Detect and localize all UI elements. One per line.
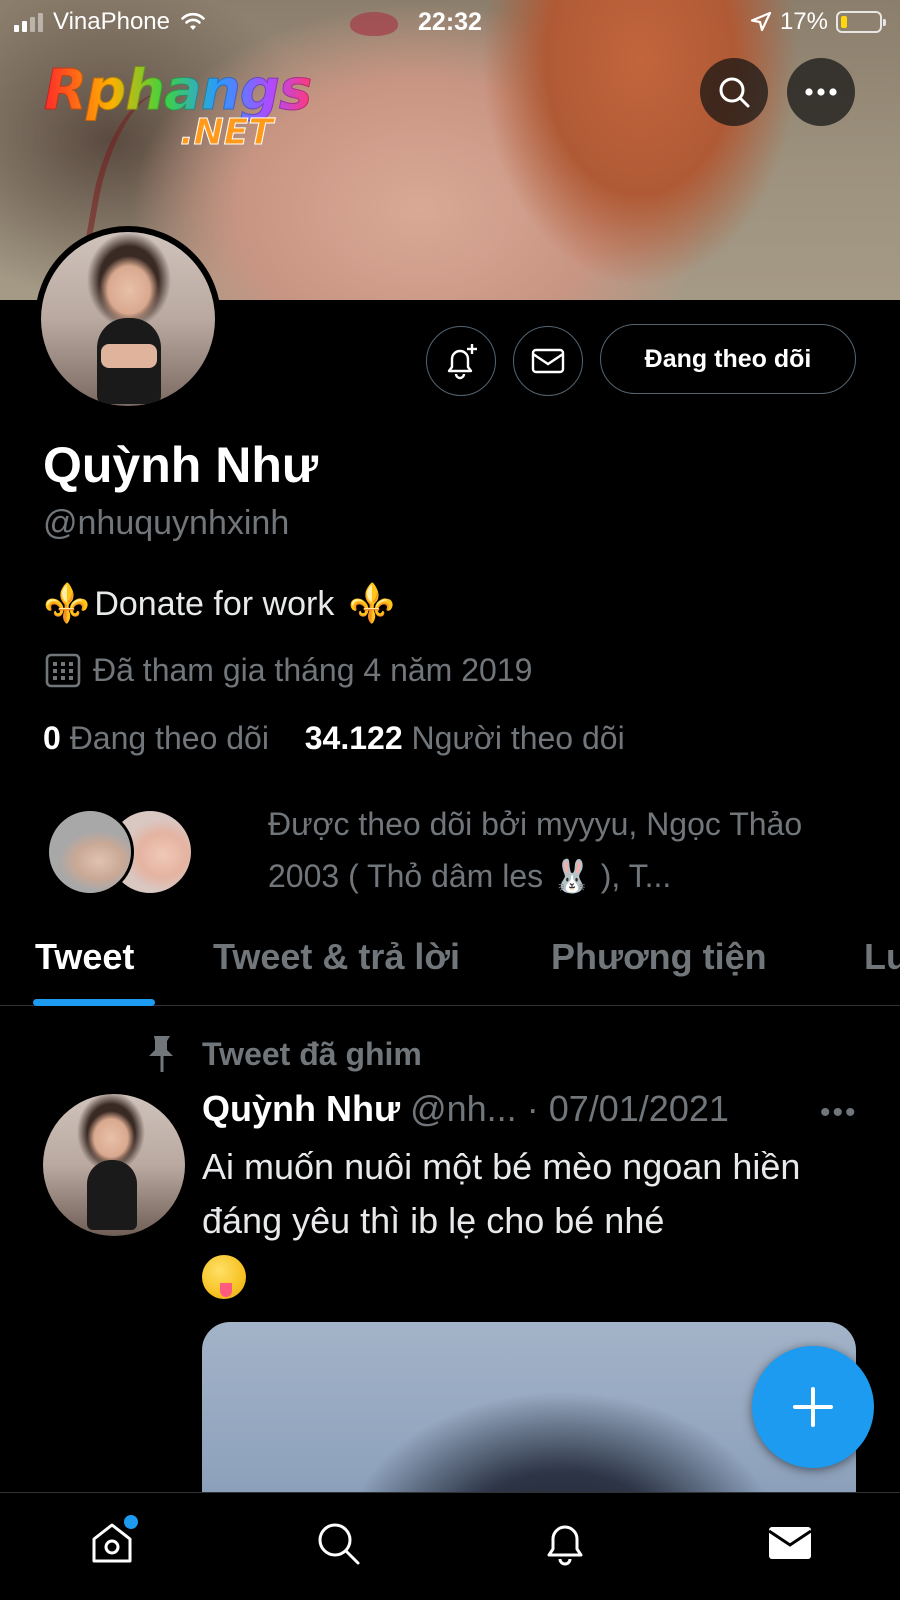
follower-avatar[interactable] bbox=[46, 808, 134, 896]
bell-plus-icon bbox=[447, 344, 477, 380]
profile-bio: ⚜️ Donate for work ⚜️ bbox=[43, 582, 396, 626]
watermark-logo: Rphangs .NET bbox=[43, 58, 314, 158]
profile-avatar[interactable] bbox=[35, 226, 221, 412]
pinned-label: Tweet đã ghim bbox=[202, 1036, 422, 1072]
nav-search[interactable] bbox=[308, 1513, 368, 1573]
join-date: Đã tham gia tháng 4 năm 2019 bbox=[43, 650, 532, 690]
tweet-separator: · bbox=[526, 1088, 539, 1129]
tab-likes[interactable]: Lư bbox=[864, 936, 900, 978]
nav-notifications[interactable] bbox=[535, 1513, 595, 1573]
more-options-icon bbox=[805, 88, 837, 96]
bell-icon bbox=[547, 1525, 583, 1566]
watermark-sub: .NET bbox=[180, 112, 274, 154]
search-icon bbox=[719, 77, 750, 108]
tab-tweets-replies[interactable]: Tweet & trả lời bbox=[213, 936, 460, 978]
followers-count: 34.122 bbox=[304, 720, 403, 756]
winking-tongue-emoji-icon bbox=[202, 1255, 246, 1300]
battery-percent: 17% bbox=[779, 8, 828, 35]
profile-tabs: Tweet Tweet & trả lời Phương tiện Lư bbox=[0, 928, 900, 1006]
following-count: 0 bbox=[43, 720, 61, 756]
battery-icon bbox=[836, 11, 886, 33]
tab-media[interactable]: Phương tiện bbox=[551, 936, 767, 978]
followers-link[interactable]: 34.122 Người theo dõi bbox=[305, 720, 625, 756]
bio-text: Donate for work bbox=[94, 584, 335, 623]
home-notification-dot bbox=[124, 1515, 138, 1529]
compose-tweet-button[interactable] bbox=[752, 1346, 874, 1468]
bottom-navigation bbox=[0, 1492, 900, 1600]
following-link[interactable]: 0 Đang theo dõi bbox=[43, 720, 269, 756]
profile-handle: @nhuquynhxinh bbox=[43, 504, 290, 542]
followed-by-text[interactable]: Được theo dõi bởi myyyu, Ngọc Thảo 2003 … bbox=[268, 798, 838, 902]
following-button[interactable]: Đang theo dõi bbox=[600, 324, 856, 394]
search-icon bbox=[318, 1523, 360, 1565]
avatar-figure bbox=[87, 1160, 137, 1230]
message-button[interactable] bbox=[513, 326, 583, 396]
mail-icon bbox=[531, 348, 565, 374]
tweet-date[interactable]: 07/01/2021 bbox=[549, 1088, 729, 1129]
tweet-more-icon[interactable]: ••• bbox=[820, 1096, 858, 1130]
follow-counts: 0 Đang theo dõi 34.122 Người theo dõi bbox=[43, 720, 625, 757]
pin-icon bbox=[149, 1036, 173, 1072]
tweet-author-name[interactable]: Quỳnh Như bbox=[202, 1088, 400, 1129]
tweet-text: Ai muốn nuôi một bé mèo ngoan hiền đáng … bbox=[202, 1140, 852, 1302]
fleur-de-lis-icon: ⚜️ bbox=[348, 583, 396, 625]
tweet-body: Ai muốn nuôi một bé mèo ngoan hiền đáng … bbox=[202, 1146, 801, 1241]
join-date-text: Đã tham gia tháng 4 năm 2019 bbox=[93, 651, 533, 688]
avatar-detail bbox=[101, 344, 157, 368]
following-label: Đang theo dõi bbox=[69, 720, 269, 756]
tweet-author-handle[interactable]: @nh... bbox=[410, 1088, 517, 1129]
active-tab-indicator bbox=[33, 999, 155, 1006]
status-right: 17% bbox=[750, 8, 886, 36]
fleur-de-lis-icon: ⚜️ bbox=[43, 583, 91, 625]
followers-label: Người theo dõi bbox=[411, 720, 625, 756]
mail-icon bbox=[768, 1527, 812, 1559]
tweet-header: Quỳnh Như @nh... · 07/01/2021 bbox=[202, 1088, 729, 1130]
calendar-icon bbox=[45, 653, 81, 688]
status-bar: VinaPhone 22:32 17% bbox=[0, 0, 900, 44]
tab-tweets[interactable]: Tweet bbox=[35, 936, 134, 978]
tweet-author-avatar[interactable] bbox=[43, 1094, 185, 1236]
search-button[interactable] bbox=[700, 58, 768, 126]
plus-icon bbox=[793, 1387, 833, 1427]
profile-name: Quỳnh Như bbox=[43, 437, 319, 493]
battery-level bbox=[841, 16, 847, 28]
nav-messages[interactable] bbox=[760, 1513, 820, 1573]
location-arrow-icon bbox=[750, 11, 772, 32]
notification-subscribe-button[interactable] bbox=[426, 326, 496, 396]
more-options-button[interactable] bbox=[787, 58, 855, 126]
